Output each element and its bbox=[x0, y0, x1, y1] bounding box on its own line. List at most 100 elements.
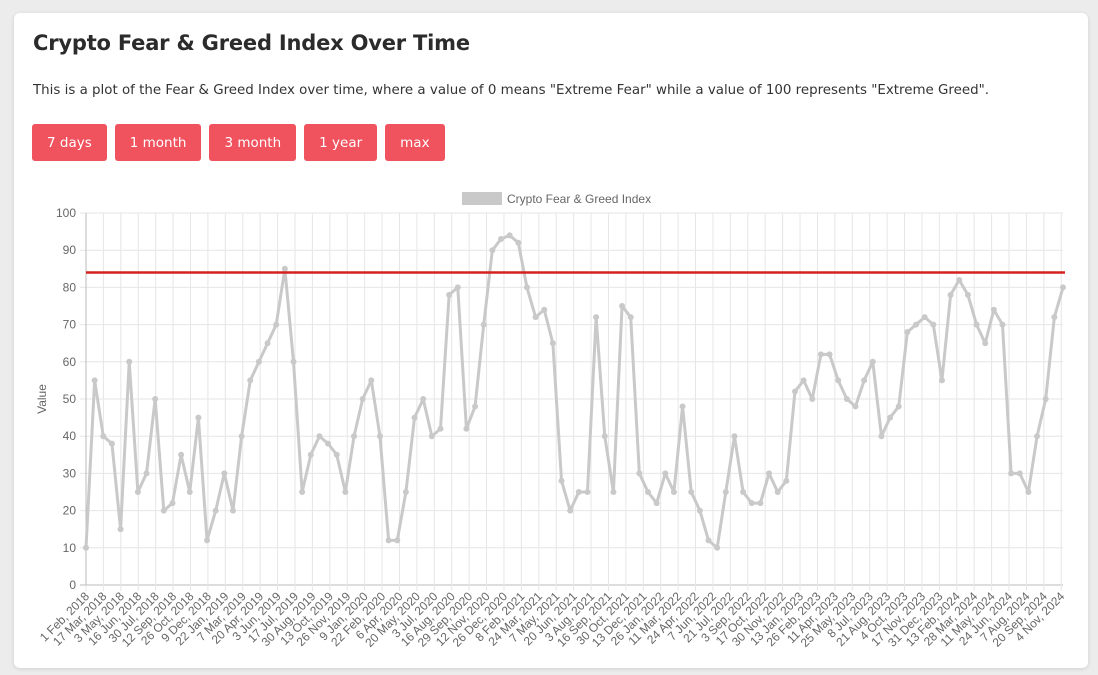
data-point bbox=[523, 284, 530, 291]
data-point bbox=[255, 358, 262, 365]
data-point bbox=[446, 291, 453, 298]
data-point bbox=[670, 489, 677, 495]
data-point bbox=[480, 321, 487, 328]
data-point bbox=[290, 358, 297, 365]
data-point bbox=[108, 440, 115, 447]
y-tick-label: 100 bbox=[56, 206, 76, 220]
data-point bbox=[887, 414, 894, 421]
data-point bbox=[376, 433, 383, 440]
data-point bbox=[472, 403, 479, 410]
data-point bbox=[152, 396, 159, 402]
data-point bbox=[489, 247, 496, 254]
data-point bbox=[947, 291, 954, 298]
data-point bbox=[878, 433, 885, 440]
data-point bbox=[982, 340, 989, 347]
data-point bbox=[169, 500, 176, 507]
data-point bbox=[316, 433, 323, 440]
data-point bbox=[186, 489, 193, 495]
data-point bbox=[575, 489, 582, 495]
data-point bbox=[921, 314, 928, 321]
data-point bbox=[541, 306, 548, 313]
data-point bbox=[558, 477, 565, 484]
y-tick-label: 0 bbox=[69, 578, 76, 592]
y-tick-label: 50 bbox=[63, 392, 77, 406]
data-point bbox=[748, 500, 755, 507]
data-point bbox=[809, 396, 816, 402]
data-point bbox=[238, 433, 245, 440]
data-point bbox=[731, 433, 738, 440]
data-point bbox=[91, 377, 98, 384]
data-point bbox=[904, 329, 911, 336]
data-point bbox=[117, 526, 124, 533]
data-point bbox=[1025, 489, 1032, 495]
data-point bbox=[394, 537, 401, 544]
data-point bbox=[515, 239, 522, 246]
data-point bbox=[766, 470, 773, 477]
data-point bbox=[212, 507, 219, 514]
data-point bbox=[964, 291, 971, 298]
data-point bbox=[895, 403, 902, 410]
y-tick-label: 40 bbox=[63, 429, 77, 443]
data-point bbox=[437, 425, 444, 432]
data-point bbox=[1042, 396, 1049, 402]
data-point bbox=[722, 489, 729, 495]
data-point bbox=[705, 537, 712, 544]
data-point bbox=[653, 500, 660, 507]
data-point bbox=[1008, 470, 1015, 477]
data-point bbox=[990, 306, 997, 313]
data-point bbox=[584, 489, 591, 495]
data-point bbox=[644, 489, 651, 495]
data-point bbox=[938, 377, 945, 384]
legend-swatch bbox=[462, 192, 502, 205]
data-point bbox=[178, 451, 185, 458]
y-axis-label: Value bbox=[35, 384, 49, 414]
data-point bbox=[325, 440, 332, 447]
data-point bbox=[221, 470, 228, 477]
data-point bbox=[869, 358, 876, 365]
data-point bbox=[913, 321, 920, 328]
data-point bbox=[247, 377, 254, 384]
data-point bbox=[817, 351, 824, 358]
data-point bbox=[1016, 470, 1023, 477]
y-tick-label: 90 bbox=[63, 243, 77, 257]
data-point bbox=[662, 470, 669, 477]
data-point bbox=[601, 433, 608, 440]
data-point bbox=[1051, 314, 1058, 321]
data-point bbox=[567, 507, 574, 514]
data-point bbox=[774, 489, 781, 495]
data-point bbox=[454, 284, 461, 291]
data-point bbox=[627, 314, 634, 321]
data-point bbox=[264, 340, 271, 347]
y-tick-label: 70 bbox=[63, 318, 77, 332]
data-point bbox=[420, 396, 427, 402]
data-point bbox=[843, 396, 850, 402]
data-point bbox=[368, 377, 375, 384]
data-point bbox=[506, 232, 513, 239]
data-point bbox=[333, 451, 340, 458]
y-tick-label: 20 bbox=[63, 504, 77, 518]
data-point bbox=[835, 377, 842, 384]
data-point bbox=[1060, 284, 1066, 291]
data-point bbox=[973, 321, 980, 328]
data-point bbox=[195, 414, 202, 421]
data-point bbox=[549, 340, 556, 347]
data-point bbox=[126, 358, 133, 365]
data-point bbox=[826, 351, 833, 358]
data-point bbox=[307, 451, 314, 458]
data-point bbox=[351, 433, 358, 440]
data-point bbox=[281, 265, 288, 272]
data-point bbox=[411, 414, 418, 421]
y-tick-label: 80 bbox=[63, 280, 77, 294]
data-point bbox=[610, 489, 617, 495]
legend-label: Crypto Fear & Greed Index bbox=[507, 192, 651, 206]
data-point bbox=[783, 477, 790, 484]
data-point bbox=[930, 321, 937, 328]
data-point bbox=[273, 321, 280, 328]
data-point bbox=[204, 537, 211, 544]
fear-greed-chart: 01020304050607080901001 Feb, 201817 Mar,… bbox=[35, 192, 1068, 650]
data-point bbox=[1034, 433, 1041, 440]
data-point bbox=[740, 489, 747, 495]
data-point bbox=[791, 388, 798, 395]
data-point bbox=[532, 314, 539, 321]
data-point bbox=[688, 489, 695, 495]
